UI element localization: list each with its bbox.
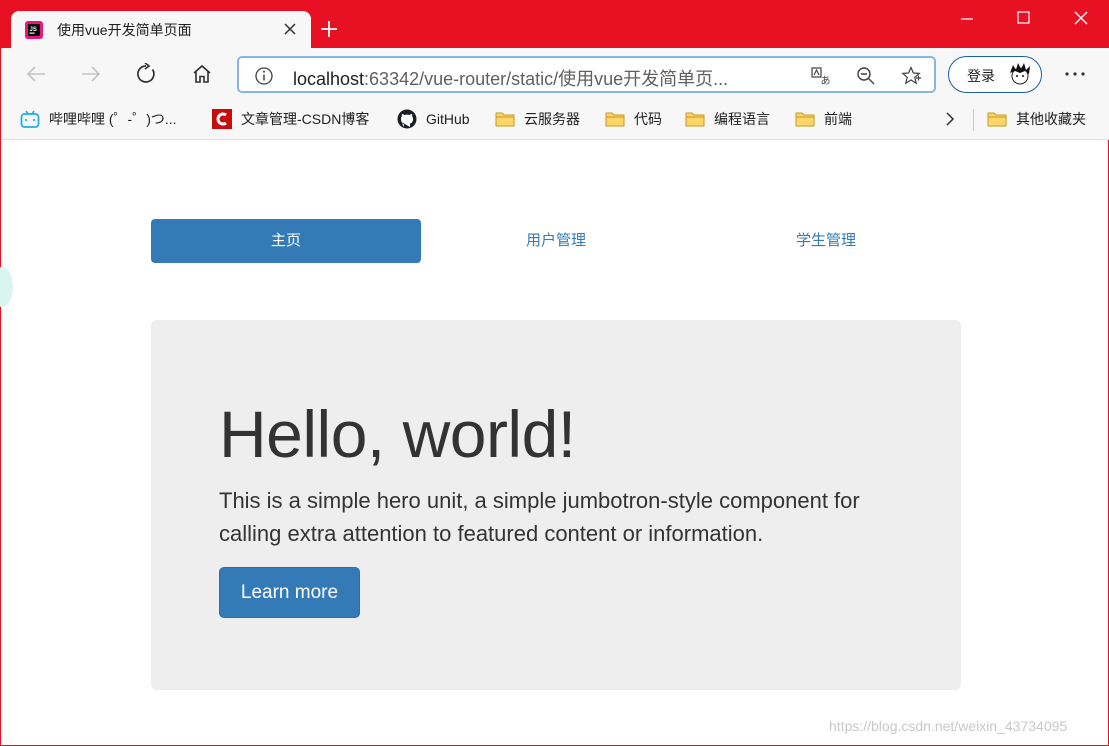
tab-title: 使用vue开发简单页面 xyxy=(57,22,192,38)
bookmark-label: 文章管理-CSDN博客 xyxy=(241,111,370,127)
bookmark-label: 云服务器 xyxy=(524,111,580,127)
csdn-icon xyxy=(212,109,232,129)
folder-icon xyxy=(605,112,625,127)
zoom-icon[interactable] xyxy=(856,66,876,86)
back-icon[interactable] xyxy=(25,63,47,85)
info-icon[interactable] xyxy=(254,66,274,86)
bookmark-label: 代码 xyxy=(634,111,662,127)
address-bar[interactable]: localhost:63342/vue-router/static/使用vue开… xyxy=(237,56,936,93)
profile-avatar xyxy=(1010,63,1030,85)
translate-icon[interactable]: あ xyxy=(811,66,831,86)
close-window-icon[interactable] xyxy=(1073,10,1089,26)
address-path: :63342/vue-router/static/使用vue开发简单页... xyxy=(364,69,729,89)
bookmarks-overflow-button[interactable] xyxy=(943,107,966,131)
nav-student-management[interactable]: 学生管理 xyxy=(691,219,961,263)
bookmark-label: GitHub xyxy=(426,111,470,127)
bookmark-folder-code[interactable]: 代码 xyxy=(605,107,662,131)
title-bar: JS 使用vue开发简单页面 xyxy=(1,0,1109,48)
folder-icon xyxy=(685,112,705,127)
page-viewport: 主页 用户管理 学生管理 Hello, world! This is a sim… xyxy=(0,141,1108,745)
forward-icon[interactable] xyxy=(80,63,102,85)
hero-text: This is a simple hero unit, a simple jum… xyxy=(219,488,860,546)
webstorm-icon: JS xyxy=(25,21,43,39)
more-options-icon[interactable] xyxy=(1063,64,1087,84)
browser-toolbar: localhost:63342/vue-router/static/使用vue开… xyxy=(1,48,1109,100)
folder-icon xyxy=(795,112,815,127)
svg-text:JS: JS xyxy=(30,27,37,33)
bookmark-bilibili[interactable]: 哔哩哔哩 (゜-゜)つ... xyxy=(20,107,177,131)
github-icon xyxy=(397,109,417,129)
browser-tab[interactable]: JS 使用vue开发简单页面 xyxy=(11,11,311,48)
other-bookmarks-folder[interactable]: 其他收藏夹 xyxy=(987,107,1086,131)
close-tab-icon[interactable] xyxy=(281,20,299,38)
bookmark-csdn[interactable]: 文章管理-CSDN博客 xyxy=(212,107,369,131)
browser-window: JS 使用vue开发简单页面 localhost:63342/vue-route… xyxy=(0,0,1109,746)
new-tab-icon[interactable] xyxy=(319,19,339,39)
watermark: https://blog.csdn.net/weixin_43734095 xyxy=(829,718,1068,734)
bookmark-github[interactable]: GitHub xyxy=(397,107,470,131)
bilibili-icon xyxy=(20,110,40,128)
login-label: 登录 xyxy=(967,68,995,84)
hero-title: Hello, world! xyxy=(219,397,576,471)
jumbotron: Hello, world! This is a simple hero unit… xyxy=(151,320,961,690)
bookmark-folder-cloud-server[interactable]: 云服务器 xyxy=(495,107,580,131)
bookmark-label: 编程语言 xyxy=(714,111,770,127)
bookmark-label: 前端 xyxy=(824,111,852,127)
other-bookmarks-label: 其他收藏夹 xyxy=(1016,111,1086,127)
bookmarks-bar: 哔哩哔哩 (゜-゜)つ... 文章管理-CSDN博客 GitHub 云服务器 代… xyxy=(1,100,1109,140)
minimize-icon[interactable] xyxy=(959,10,975,26)
bookmark-folder-frontend[interactable]: 前端 xyxy=(795,107,852,131)
refresh-icon[interactable] xyxy=(135,63,157,85)
maximize-icon[interactable] xyxy=(1016,10,1032,26)
address-host: localhost xyxy=(293,69,365,89)
nav-home[interactable]: 主页 xyxy=(151,219,421,263)
folder-icon xyxy=(987,112,1007,127)
bookmark-folder-languages[interactable]: 编程语言 xyxy=(685,107,770,131)
home-icon[interactable] xyxy=(191,63,213,85)
profile-login-button[interactable]: 登录 xyxy=(948,56,1042,93)
nav-user-management[interactable]: 用户管理 xyxy=(421,219,691,263)
bookmark-label: 哔哩哔哩 (゜-゜)つ... xyxy=(49,111,177,127)
chevron-right-icon xyxy=(946,112,955,126)
svg-text:あ: あ xyxy=(821,75,831,86)
side-decoration xyxy=(0,267,13,307)
address-text[interactable]: localhost:63342/vue-router/static/使用vue开… xyxy=(293,65,728,91)
folder-icon xyxy=(495,112,515,127)
learn-more-button[interactable]: Learn more xyxy=(219,567,360,618)
bookmarks-divider xyxy=(973,109,974,131)
favorite-star-icon[interactable] xyxy=(901,66,921,86)
